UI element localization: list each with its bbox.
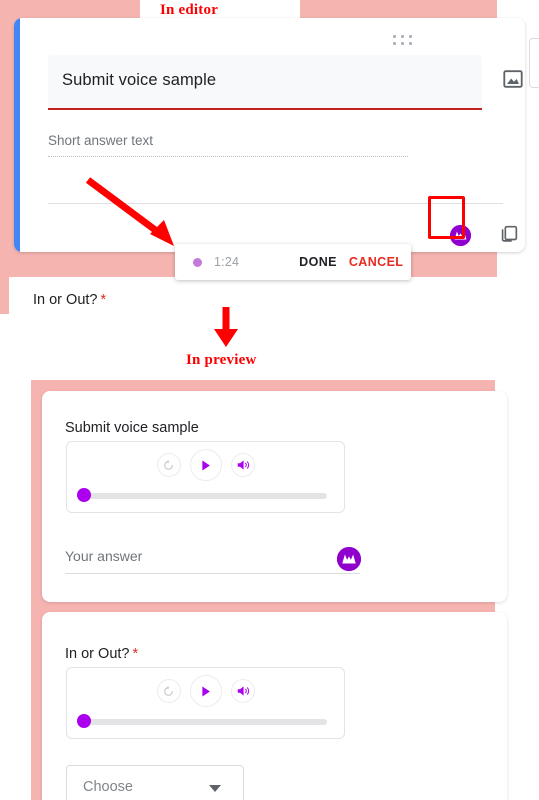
question-title-value: Submit voice sample — [62, 71, 217, 89]
screenshot-stage: Submit voice sample Short answer text 1:… — [0, 0, 539, 800]
chevron-down-icon — [209, 785, 221, 792]
short-answer-hint: Short answer text — [48, 133, 154, 148]
in-editor-annotation: In editor — [160, 2, 219, 18]
replay-icon[interactable] — [156, 453, 181, 477]
your-answer-underline — [65, 573, 360, 574]
drag-dots-icon[interactable] — [393, 35, 415, 47]
replay-icon[interactable] — [156, 679, 181, 703]
preview-question-2-label: In or Out? * — [65, 646, 138, 662]
mote-record-button[interactable] — [445, 218, 475, 252]
audio-player-2 — [66, 667, 345, 739]
recording-status-dot — [193, 257, 202, 267]
editor-active-accent-bar — [14, 18, 20, 252]
play-icon[interactable] — [189, 675, 222, 707]
choose-dropdown[interactable]: Choose — [66, 765, 244, 800]
audio-controls-1 — [156, 449, 255, 481]
recording-cancel-button[interactable]: CANCEL — [349, 255, 403, 269]
audio-progress-thumb-2[interactable] — [77, 714, 91, 728]
duplicate-icon[interactable] — [498, 223, 520, 245]
required-asterisk: * — [132, 646, 139, 662]
editor-question-two-label: In or Out? * — [33, 292, 106, 308]
your-answer-field[interactable]: Your answer — [65, 548, 360, 574]
mote-answer-record-button[interactable] — [337, 547, 361, 571]
audio-player-1 — [66, 441, 345, 513]
preview-question-2-text: In or Out? — [65, 646, 130, 662]
volume-icon[interactable] — [230, 679, 255, 703]
arrow-down-icon — [214, 307, 238, 347]
question-type-dropdown-edge[interactable] — [529, 38, 539, 88]
your-answer-placeholder: Your answer — [65, 548, 143, 564]
play-icon[interactable] — [189, 449, 222, 481]
editor-pink-left-strip — [0, 277, 9, 314]
arrow-down-right-icon — [85, 177, 174, 246]
choose-dropdown-value: Choose — [83, 779, 133, 795]
image-insert-icon[interactable] — [502, 68, 524, 90]
audio-progress-thumb-1[interactable] — [77, 488, 91, 502]
mote-logo-icon — [337, 547, 361, 571]
recording-timer: 1:24 — [214, 255, 240, 269]
volume-icon[interactable] — [230, 453, 255, 477]
audio-controls-2 — [156, 675, 255, 707]
required-asterisk: * — [100, 292, 107, 308]
short-answer-underline — [48, 156, 408, 157]
question-title-field[interactable]: Submit voice sample — [48, 55, 482, 109]
voice-recording-popup: 1:24 DONE CANCEL — [175, 244, 411, 280]
recording-done-button[interactable]: DONE — [299, 255, 337, 269]
question-title-underline — [48, 108, 482, 110]
in-preview-annotation: In preview — [186, 352, 257, 368]
audio-progress-track-1[interactable] — [81, 493, 327, 499]
editor-question-two-text: In or Out? — [33, 292, 98, 308]
mote-logo-icon — [449, 224, 471, 246]
preview-question-1-label: Submit voice sample — [65, 420, 199, 436]
preview-question-1-text: Submit voice sample — [65, 420, 199, 436]
audio-progress-track-2[interactable] — [81, 719, 327, 725]
